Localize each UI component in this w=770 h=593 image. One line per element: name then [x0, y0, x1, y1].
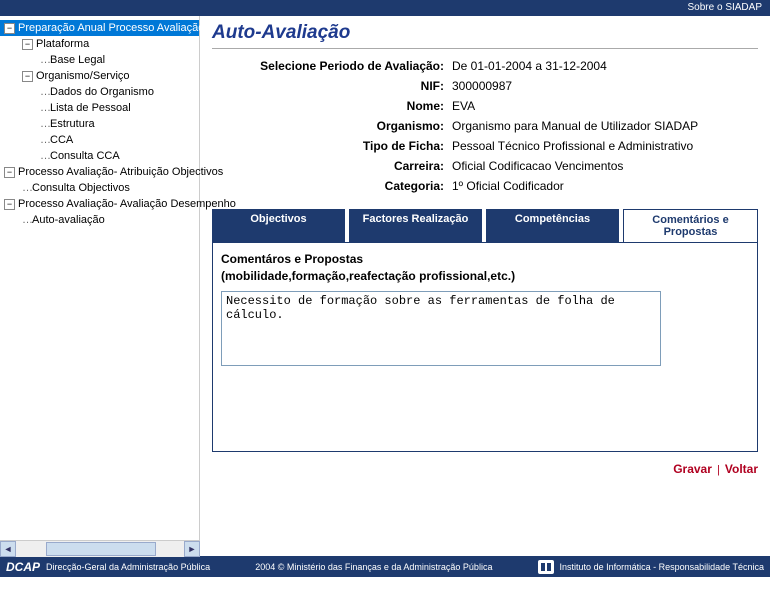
leaf-icon: … — [40, 150, 50, 162]
collapse-icon[interactable]: − — [4, 199, 15, 210]
tab-competencias[interactable]: Competências — [486, 209, 619, 242]
panel-heading-line1: Comentáros e Propostas — [221, 252, 363, 266]
leaf-icon: … — [40, 118, 50, 130]
tab-objectivos[interactable]: Objectivos — [212, 209, 345, 242]
value-carreira: Oficial Codificacao Vencimentos — [452, 159, 758, 173]
footer-center: 2004 © Ministério das Finanças e da Admi… — [210, 562, 537, 572]
nav-tree: −Preparação Anual Processo Avaliação −Pl… — [0, 16, 200, 540]
label-tipo-ficha: Tipo de Ficha: — [232, 139, 452, 153]
tab-strip: Objectivos Factores Realização Competênc… — [212, 209, 758, 242]
content-area: Auto-Avaliação Selecione Periodo de Aval… — [200, 16, 770, 556]
scroll-right-icon[interactable]: ► — [184, 541, 200, 557]
tree-consulta-objectivos[interactable]: …Consulta Objectivos — [0, 180, 199, 196]
footer-left-text: Direcção-Geral da Administração Pública — [46, 562, 210, 572]
leaf-icon: … — [40, 102, 50, 114]
tab-panel-comentarios: Comentáros e Propostas (mobilidade,forma… — [212, 242, 758, 452]
value-categoria: 1º Oficial Codificador — [452, 179, 758, 193]
leaf-icon: … — [22, 214, 32, 226]
tree-proc-desemp[interactable]: −Processo Avaliação- Avaliação Desempenh… — [0, 196, 199, 212]
leaf-icon: … — [40, 86, 50, 98]
sidebar-hscroll[interactable]: ◄ ► — [0, 540, 200, 556]
ii-logo-icon — [538, 560, 554, 574]
collapse-icon[interactable]: − — [22, 39, 33, 50]
value-nif: 300000987 — [452, 79, 758, 93]
info-grid: Selecione Periodo de Avaliação: De 01-01… — [212, 59, 758, 193]
page-title: Auto-Avaliação — [212, 22, 758, 44]
footer-right-text: Instituto de Informática - Responsabilid… — [560, 562, 764, 572]
tree-base-legal[interactable]: …Base Legal — [0, 52, 199, 68]
tree-organismo[interactable]: −Organismo/Serviço — [0, 68, 199, 84]
panel-heading-line2: (mobilidade,formação,reafectação profiss… — [221, 269, 515, 283]
footer: DCAP Direcção-Geral da Administração Púb… — [0, 556, 770, 577]
collapse-icon[interactable]: − — [22, 71, 33, 82]
label-carreira: Carreira: — [232, 159, 452, 173]
sidebar-wrapper: −Preparação Anual Processo Avaliação −Pl… — [0, 16, 200, 556]
leaf-icon: … — [40, 54, 50, 66]
scroll-track[interactable] — [16, 541, 184, 557]
voltar-button[interactable]: Voltar — [725, 462, 758, 476]
top-bar: Sobre o SIADAP — [0, 0, 770, 16]
label-nome: Nome: — [232, 99, 452, 113]
label-categoria: Categoria: — [232, 179, 452, 193]
label-organismo: Organismo: — [232, 119, 452, 133]
tree-lista-pessoal[interactable]: …Lista de Pessoal — [0, 100, 199, 116]
tab-factores[interactable]: Factores Realização — [349, 209, 482, 242]
dcap-logo: DCAP — [6, 560, 40, 574]
label-periodo: Selecione Periodo de Avaliação: — [232, 59, 452, 73]
collapse-icon[interactable]: − — [4, 167, 15, 178]
main-layout: −Preparação Anual Processo Avaliação −Pl… — [0, 16, 770, 556]
value-organismo: Organismo para Manual de Utilizador SIAD… — [452, 119, 758, 133]
scroll-left-icon[interactable]: ◄ — [0, 541, 16, 557]
footer-right: Instituto de Informática - Responsabilid… — [538, 560, 764, 574]
tree-proc-atrib[interactable]: −Processo Avaliação- Atribuição Objectiv… — [0, 164, 199, 180]
leaf-icon: … — [22, 182, 32, 194]
panel-heading: Comentáros e Propostas (mobilidade,forma… — [221, 251, 749, 285]
leaf-icon: … — [40, 134, 50, 146]
tree-root[interactable]: −Preparação Anual Processo Avaliação — [0, 20, 199, 36]
divider — [212, 48, 758, 49]
value-nome: EVA — [452, 99, 758, 113]
footer-left: DCAP Direcção-Geral da Administração Púb… — [6, 560, 210, 574]
collapse-icon[interactable]: − — [4, 23, 15, 34]
tab-comentarios[interactable]: Comentários e Propostas — [623, 209, 758, 242]
footer-center-text: 2004 © Ministério das Finanças e da Admi… — [255, 562, 492, 572]
value-tipo-ficha: Pessoal Técnico Profissional e Administr… — [452, 139, 758, 153]
value-periodo: De 01-01-2004 a 31-12-2004 — [452, 59, 758, 73]
tree-auto-avaliacao[interactable]: …Auto-avaliação — [0, 212, 199, 228]
gravar-button[interactable]: Gravar — [673, 462, 712, 476]
label-nif: NIF: — [232, 79, 452, 93]
comments-textarea[interactable] — [221, 291, 661, 366]
tree-plataforma[interactable]: −Plataforma — [0, 36, 199, 52]
tree-estrutura[interactable]: …Estrutura — [0, 116, 199, 132]
tree-consulta-cca[interactable]: …Consulta CCA — [0, 148, 199, 164]
action-bar: Gravar | Voltar — [212, 462, 758, 476]
scroll-thumb[interactable] — [46, 542, 156, 556]
about-link[interactable]: Sobre o SIADAP — [688, 2, 762, 13]
action-separator: | — [717, 464, 720, 476]
tree-cca[interactable]: …CCA — [0, 132, 199, 148]
tree-dados-organismo[interactable]: …Dados do Organismo — [0, 84, 199, 100]
